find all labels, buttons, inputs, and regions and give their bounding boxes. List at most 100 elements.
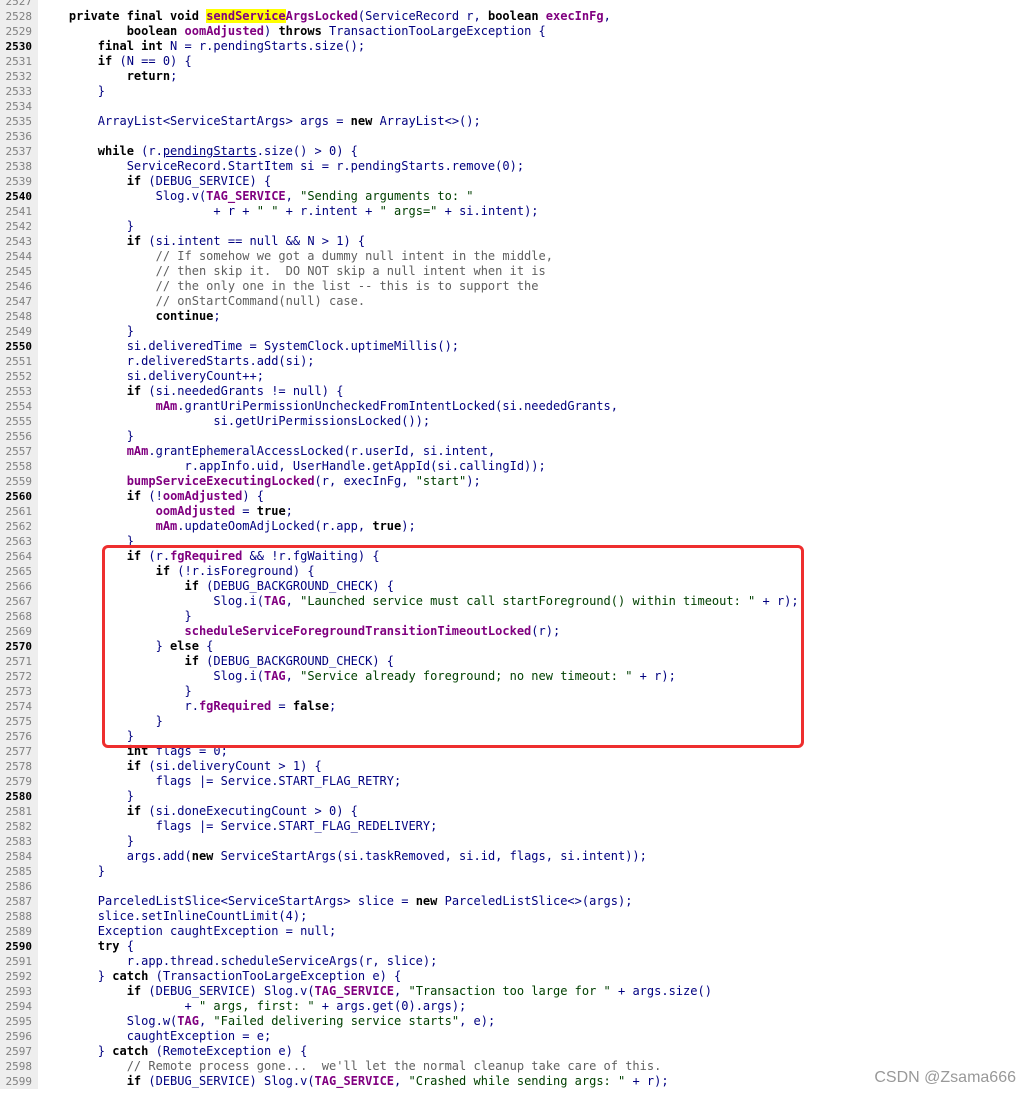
line-number: 2584 [0, 849, 38, 864]
line-number: 2544 [0, 249, 38, 264]
line-number: 2597 [0, 1044, 38, 1059]
code-line: 2558 r.appInfo.uid, UserHandle.getAppId(… [0, 459, 1032, 474]
line-number: 2564 [0, 549, 38, 564]
line-number: 2567 [0, 594, 38, 609]
code-text: slice.setInlineCountLimit(4); [40, 909, 308, 923]
code-text: } [40, 534, 134, 548]
code-line: 2591 r.app.thread.scheduleServiceArgs(r,… [0, 954, 1032, 969]
line-number: 2561 [0, 504, 38, 519]
line-number: 2568 [0, 609, 38, 624]
code-text: } catch (TransactionTooLargeException e)… [40, 969, 402, 983]
code-line: 2548 continue; [0, 309, 1032, 324]
code-line: 2543 if (si.intent == null && N > 1) { [0, 234, 1032, 249]
code-text: if (DEBUG_SERVICE) Slog.v(TAG_SERVICE, "… [126, 984, 712, 998]
code-text: continue; [155, 309, 221, 323]
code-text: caughtException = e; [40, 1029, 272, 1043]
line-number: 2547 [0, 294, 38, 309]
code-line: 2585 } [0, 864, 1032, 879]
code-text: if (N == 0) { [97, 54, 192, 68]
code-text: r.fgRequired = false; [40, 699, 337, 713]
code-line: 2549 } [0, 324, 1032, 339]
code-editor: 2527 2528 private final void sendServiceA… [0, 0, 1032, 1089]
code-text: if (si.doneExecutingCount > 0) { [126, 804, 358, 818]
code-line: 2541 + r + " " + r.intent + " args=" + s… [0, 204, 1032, 219]
code-line: 2568 } [0, 609, 1032, 624]
line-number: 2548 [0, 309, 38, 324]
line-number: 2566 [0, 579, 38, 594]
code-text: } [40, 729, 134, 743]
code-text: } else { [40, 639, 214, 653]
code-text: } [40, 429, 134, 443]
code-text: mAm.grantUriPermissionUncheckedFromInten… [155, 399, 618, 413]
code-line: 2532 return; [0, 69, 1032, 84]
line-number: 2580 [0, 789, 38, 804]
code-line: 2589 Exception caughtException = null; [0, 924, 1032, 939]
code-line: 2565 if (!r.isForeground) { [0, 564, 1032, 579]
code-line: 2574 r.fgRequired = false; [0, 699, 1032, 714]
code-text: if (DEBUG_SERVICE) { [126, 174, 272, 188]
line-number: 2549 [0, 324, 38, 339]
code-line: 2587 ParceledListSlice<ServiceStartArgs>… [0, 894, 1032, 909]
line-number: 2535 [0, 114, 38, 129]
code-line: 2581 if (si.doneExecutingCount > 0) { [0, 804, 1032, 819]
code-text: Slog.v(TAG_SERVICE, "Sending arguments t… [40, 189, 474, 203]
code-line: 2539 if (DEBUG_SERVICE) { [0, 174, 1032, 189]
line-number: 2569 [0, 624, 38, 639]
code-line: 2529 boolean oomAdjusted) throws Transac… [0, 24, 1032, 39]
code-line: 2530 final int N = r.pendingStarts.size(… [0, 39, 1032, 54]
code-line: 2551 r.deliveredStarts.add(si); [0, 354, 1032, 369]
line-number: 2557 [0, 444, 38, 459]
line-number: 2588 [0, 909, 38, 924]
line-number: 2587 [0, 894, 38, 909]
line-number: 2573 [0, 684, 38, 699]
code-text: // then skip it. DO NOT skip a null inte… [155, 264, 546, 278]
line-number: 2586 [0, 879, 38, 894]
code-line: 2563 } [0, 534, 1032, 549]
line-number: 2585 [0, 864, 38, 879]
code-text: si.deliveredTime = SystemClock.uptimeMil… [40, 339, 460, 353]
code-line: 2588 slice.setInlineCountLimit(4); [0, 909, 1032, 924]
code-text: flags |= Service.START_FLAG_RETRY; [40, 774, 402, 788]
line-number: 2531 [0, 54, 38, 69]
code-line: 2547 // onStartCommand(null) case. [0, 294, 1032, 309]
line-number: 2565 [0, 564, 38, 579]
code-text: si.getUriPermissionsLocked()); [40, 414, 431, 428]
code-text: if (!r.isForeground) { [155, 564, 315, 578]
line-number: 2543 [0, 234, 38, 249]
code-text: } [40, 219, 134, 233]
code-line: 2566 if (DEBUG_BACKGROUND_CHECK) { [0, 579, 1032, 594]
code-line: 2540 Slog.v(TAG_SERVICE, "Sending argume… [0, 189, 1032, 204]
code-line: 2545 // then skip it. DO NOT skip a null… [0, 264, 1032, 279]
code-text: // the only one in the list -- this is t… [155, 279, 539, 293]
line-number: 2592 [0, 969, 38, 984]
code-text: if (si.neededGrants != null) { [126, 384, 344, 398]
code-text: if (si.intent == null && N > 1) { [126, 234, 366, 248]
code-line: 2559 bumpServiceExecutingLocked(r, execI… [0, 474, 1032, 489]
code-text: } [40, 864, 106, 878]
code-text: } [40, 84, 106, 98]
code-text: r.deliveredStarts.add(si); [40, 354, 315, 368]
line-number: 2538 [0, 159, 38, 174]
code-text: if (DEBUG_BACKGROUND_CHECK) { [184, 654, 395, 668]
line-number: 2562 [0, 519, 38, 534]
code-line: 2538 ServiceRecord.StartItem si = r.pend… [0, 159, 1032, 174]
code-line: 2556 } [0, 429, 1032, 444]
code-text: if (DEBUG_SERVICE) Slog.v(TAG_SERVICE, "… [126, 1074, 669, 1088]
code-line: 2528 private final void sendServiceArgsL… [0, 9, 1032, 24]
code-line: 2583 } [0, 834, 1032, 849]
code-line: 2580 } [0, 789, 1032, 804]
line-number: 2541 [0, 204, 38, 219]
line-number: 2572 [0, 669, 38, 684]
line-number: 2582 [0, 819, 38, 834]
line-number: 2577 [0, 744, 38, 759]
line-number: 2540 [0, 189, 38, 204]
code-line: 2553 if (si.neededGrants != null) { [0, 384, 1032, 399]
line-number: 2553 [0, 384, 38, 399]
code-text: oomAdjusted = true; [155, 504, 293, 518]
code-text: + r + " " + r.intent + " args=" + si.int… [40, 204, 539, 218]
line-number: 2534 [0, 99, 38, 114]
code-line: 2537 while (r.pendingStarts.size() > 0) … [0, 144, 1032, 159]
code-line: 2593 if (DEBUG_SERVICE) Slog.v(TAG_SERVI… [0, 984, 1032, 999]
code-line: 2564 if (r.fgRequired && !r.fgWaiting) { [0, 549, 1032, 564]
code-text: boolean oomAdjusted) throws TransactionT… [126, 24, 546, 38]
